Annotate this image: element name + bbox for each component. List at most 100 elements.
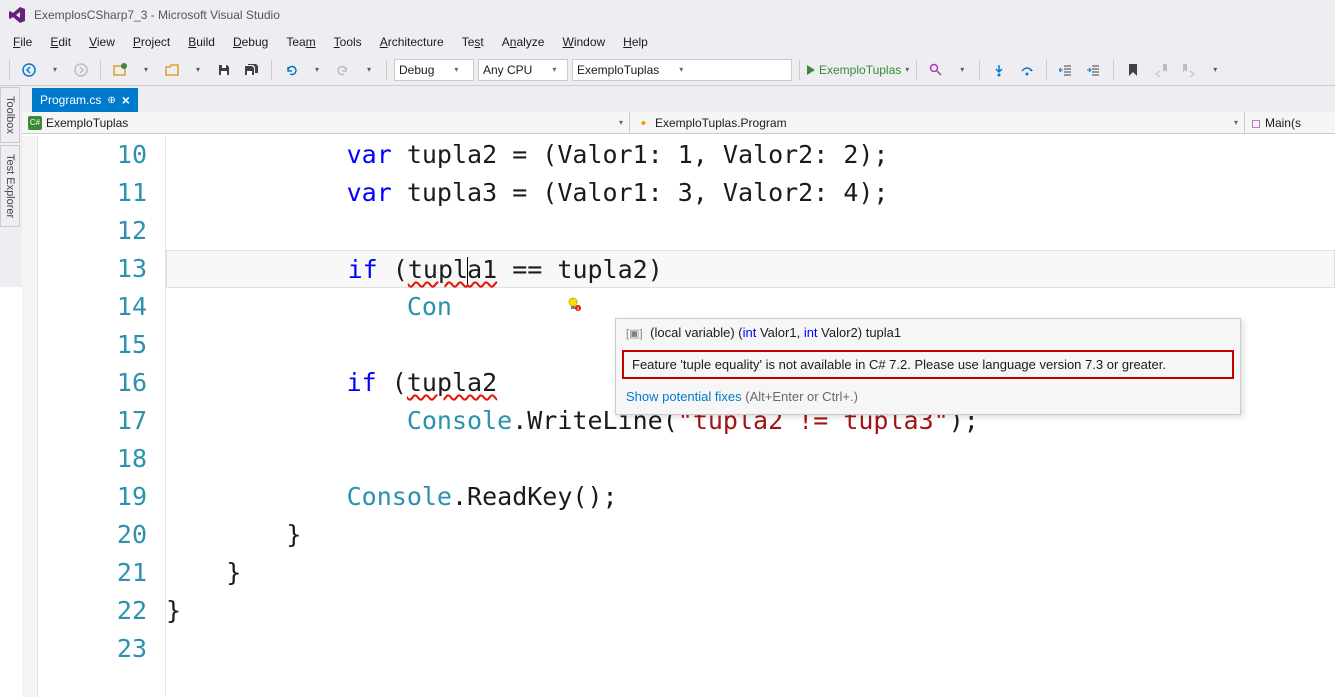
toolbar-divider <box>100 60 101 80</box>
code-area[interactable]: var tupla2 = (Valor1: 1, Valor2: 2); var… <box>166 136 1335 697</box>
project-combo[interactable]: ExemploTuplas▾ <box>572 59 792 81</box>
menu-analyze[interactable]: Analyze <box>493 32 554 52</box>
code-line[interactable]: } <box>166 516 1335 554</box>
new-project-button[interactable] <box>108 58 132 82</box>
code-line[interactable] <box>166 630 1335 668</box>
find-dropdown[interactable]: ▾ <box>952 58 972 82</box>
start-button[interactable]: ExemploTuplas ▾ <box>807 63 909 77</box>
config-label: Debug <box>399 63 434 77</box>
menu-bar: File Edit View Project Build Debug Team … <box>0 30 1335 54</box>
nav-project-label: ExemploTuplas <box>46 116 128 130</box>
menu-view[interactable]: View <box>80 32 124 52</box>
pin-icon[interactable]: ⊕ <box>107 95 115 106</box>
line-number: 22 <box>38 592 147 630</box>
toolbar-divider <box>9 60 10 80</box>
line-number: 12 <box>38 212 147 250</box>
code-line[interactable]: var tupla2 = (Valor1: 1, Valor2: 2); <box>166 136 1335 174</box>
config-combo[interactable]: Debug▾ <box>394 59 474 81</box>
save-button[interactable] <box>212 58 236 82</box>
find-button[interactable] <box>924 58 948 82</box>
nav-fwd-button[interactable] <box>69 58 93 82</box>
line-number: 23 <box>38 630 147 668</box>
menu-window[interactable]: Window <box>553 32 614 52</box>
indent-button[interactable] <box>1082 58 1106 82</box>
bookmark-dropdown[interactable]: ▾ <box>1205 58 1225 82</box>
title-bar: ExemplosCSharp7_3 - Microsoft Visual Stu… <box>0 0 1335 30</box>
bookmark-prev-button[interactable] <box>1149 58 1173 82</box>
outdent-button[interactable] <box>1054 58 1078 82</box>
variable-icon: [▣] <box>626 328 643 340</box>
toolbox-tab[interactable]: Toolbox <box>0 87 20 143</box>
nav-back-button[interactable] <box>17 58 41 82</box>
code-line[interactable]: Console.ReadKey(); <box>166 478 1335 516</box>
nav-member-combo[interactable]: ◻ Main(s <box>1245 112 1335 133</box>
startup-label: ExemploTuplas <box>819 63 901 77</box>
line-number: 19 <box>38 478 147 516</box>
line-number: 20 <box>38 516 147 554</box>
toolbar-divider <box>1046 60 1047 80</box>
method-icon: ◻ <box>1251 116 1261 130</box>
tooltip-signature: [▣] (local variable) (int Valor1, int Va… <box>616 319 1240 346</box>
menu-help[interactable]: Help <box>614 32 657 52</box>
toolbar: ▾ ▾ ▾ ▾ ▾ Debug▾ Any CPU▾ ExemploTuplas▾… <box>0 54 1335 86</box>
play-icon <box>807 65 815 75</box>
csharp-icon: C# <box>28 116 42 130</box>
error-tooltip: [▣] (local variable) (int Valor1, int Va… <box>615 318 1241 415</box>
menu-test[interactable]: Test <box>453 32 493 52</box>
nav-class-combo[interactable]: 🔸 ExemploTuplas.Program ▾ <box>630 112 1245 133</box>
tooltip-fix-row: Show potential fixes (Alt+Enter or Ctrl+… <box>616 383 1240 414</box>
line-number: 13 <box>38 250 147 288</box>
lightbulb-icon[interactable]: x <box>566 296 582 312</box>
platform-combo[interactable]: Any CPU▾ <box>478 59 568 81</box>
nav-back-dropdown[interactable]: ▾ <box>45 58 65 82</box>
step-over-button[interactable] <box>1015 58 1039 82</box>
toolbar-divider <box>386 60 387 80</box>
line-number: 21 <box>38 554 147 592</box>
line-number: 10 <box>38 136 147 174</box>
test-explorer-tab[interactable]: Test Explorer <box>0 145 20 227</box>
undo-dropdown[interactable]: ▾ <box>307 58 327 82</box>
nav-member-label: Main(s <box>1265 116 1301 130</box>
svg-text:x: x <box>576 306 579 311</box>
menu-edit[interactable]: Edit <box>41 32 80 52</box>
menu-tools[interactable]: Tools <box>325 32 371 52</box>
code-line[interactable]: } <box>166 592 1335 630</box>
nav-project-combo[interactable]: C# ExemploTuplas ▾ <box>22 112 630 133</box>
bookmark-next-button[interactable] <box>1177 58 1201 82</box>
platform-label: Any CPU <box>483 63 532 77</box>
tab-program-cs[interactable]: Program.cs ⊕ × <box>32 88 138 112</box>
new-project-dropdown[interactable]: ▾ <box>136 58 156 82</box>
fix-hint: (Alt+Enter or Ctrl+.) <box>742 389 858 404</box>
undo-button[interactable] <box>279 58 303 82</box>
menu-file[interactable]: File <box>4 32 41 52</box>
line-number-gutter: 10 11 12 13 14 15 16 17 18 19 20 21 22 2… <box>38 136 166 697</box>
code-line[interactable] <box>166 440 1335 478</box>
code-editor[interactable]: 10 11 12 13 14 15 16 17 18 19 20 21 22 2… <box>22 136 1335 697</box>
code-line-current[interactable]: if (tupla1 == tupla2) <box>166 250 1335 288</box>
open-file-dropdown[interactable]: ▾ <box>188 58 208 82</box>
side-tool-tabs: Toolbox Test Explorer <box>0 87 22 287</box>
redo-dropdown[interactable]: ▾ <box>359 58 379 82</box>
line-number: 17 <box>38 402 147 440</box>
menu-debug[interactable]: Debug <box>224 32 277 52</box>
code-line[interactable] <box>166 212 1335 250</box>
step-into-button[interactable] <box>987 58 1011 82</box>
toolbar-divider <box>1113 60 1114 80</box>
save-all-button[interactable] <box>240 58 264 82</box>
bookmark-button[interactable] <box>1121 58 1145 82</box>
redo-button[interactable] <box>331 58 355 82</box>
code-navbar: C# ExemploTuplas ▾ 🔸 ExemploTuplas.Progr… <box>0 112 1335 134</box>
code-line[interactable]: } <box>166 554 1335 592</box>
line-number: 16 <box>38 364 147 402</box>
window-title: ExemplosCSharp7_3 - Microsoft Visual Stu… <box>34 8 280 22</box>
menu-project[interactable]: Project <box>124 32 179 52</box>
open-file-button[interactable] <box>160 58 184 82</box>
show-fixes-link[interactable]: Show potential fixes <box>626 389 742 404</box>
close-icon[interactable]: × <box>122 92 130 108</box>
menu-build[interactable]: Build <box>179 32 224 52</box>
scroll-margin <box>22 136 38 697</box>
code-line[interactable]: var tupla3 = (Valor1: 3, Valor2: 4); <box>166 174 1335 212</box>
class-icon: 🔸 <box>636 116 651 130</box>
menu-team[interactable]: Team <box>277 32 324 52</box>
menu-architecture[interactable]: Architecture <box>371 32 453 52</box>
